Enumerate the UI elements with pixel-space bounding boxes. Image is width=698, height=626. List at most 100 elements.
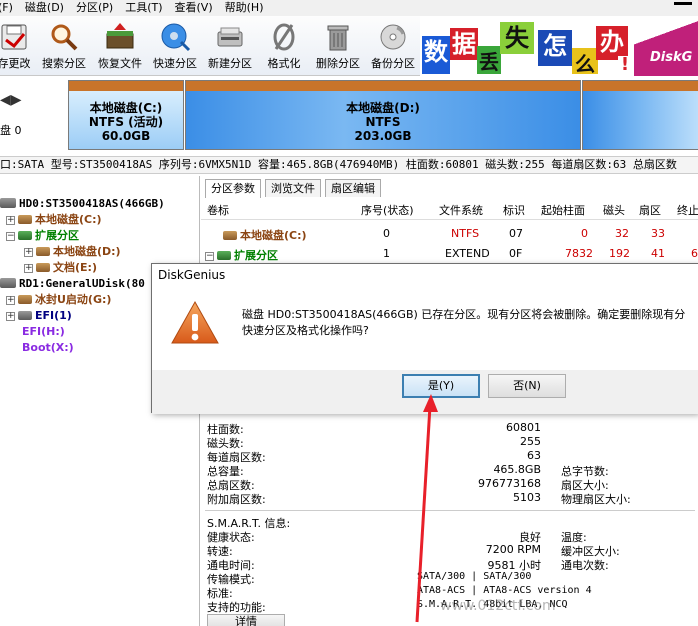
partition-name: 本地磁盘(D:) (346, 101, 420, 115)
partition-fs: NTFS (365, 115, 401, 129)
disk-info-bar: 口:SATA 型号:ST3500418AS 序列号:6VMX5N1D 容量:46… (0, 156, 698, 174)
partition-name: 本地磁盘(C:) (89, 101, 163, 115)
partition-block-c[interactable]: 本地磁盘(C:) NTFS (活动) 60.0GB (68, 80, 184, 150)
menu-tools[interactable]: 工具(T) (119, 0, 168, 16)
row-name: 本地磁盘(C:) (223, 227, 307, 243)
col-id[interactable]: 标识 (503, 202, 525, 218)
info-value: 976773168 (478, 477, 541, 490)
table-row[interactable]: 本地磁盘(C:) 0 NTFS 07 0 32 33 (201, 224, 698, 244)
menu-view[interactable]: 查看(V) (169, 0, 219, 16)
partition-icon (217, 251, 231, 260)
new-partition-button[interactable]: 新建分区 (204, 22, 256, 76)
banner-char: 怎 (538, 30, 572, 66)
tree-node-hd0[interactable]: HD0:ST3500418AS(466GB) (0, 196, 165, 212)
info-label: 支持的功能: (207, 601, 266, 614)
banner-char: ! (618, 56, 632, 74)
save-icon (0, 22, 30, 52)
col-index[interactable]: 序号(状态) (361, 202, 414, 218)
tab-browse-files[interactable]: 浏览文件 (265, 179, 321, 197)
delete-partition-button[interactable]: 删除分区 (312, 22, 364, 76)
expand-icon[interactable]: + (6, 216, 15, 225)
menu-partition[interactable]: 分区(P) (70, 0, 119, 16)
banner-char: 失 (500, 22, 534, 54)
search-partition-button[interactable]: 搜索分区 (38, 22, 90, 76)
new-partition-icon (214, 22, 246, 52)
tree-node-efi-h[interactable]: EFI(H:) (22, 324, 65, 340)
dialog-title: DiskGenius (152, 264, 698, 286)
partition-block-d[interactable]: 本地磁盘(D:) NTFS 203.0GB (185, 80, 581, 150)
menu-help[interactable]: 帮助(H) (219, 0, 270, 16)
tree-node-c[interactable]: + 本地磁盘(C:) (6, 212, 102, 228)
tab-partition-params[interactable]: 分区参数 (205, 179, 261, 198)
menu-disk[interactable]: 磁盘(D) (19, 0, 70, 16)
info-label: 附加扇区数: (207, 493, 266, 506)
annotation-arrow (415, 394, 438, 623)
col-end[interactable]: 终止 (677, 202, 698, 218)
hard-disk-icon (0, 198, 16, 208)
partition-icon (223, 231, 237, 240)
expand-icon[interactable]: + (6, 296, 15, 305)
dialog-body: 磁盘 HD0:ST3500418AS(466GB) 已存在分区。现有分区将会被删… (152, 286, 698, 374)
backup-cd-icon (377, 22, 409, 52)
details-button[interactable]: 详情 (207, 614, 285, 626)
info-value: 465.8GB (493, 463, 541, 476)
tree-node-rd1[interactable]: RD1:GeneralUDisk(80 (0, 276, 145, 292)
table-row[interactable]: − 扩展分区 1 EXTEND 0F 7832 192 41 6 (201, 244, 698, 264)
partition-icon (36, 247, 50, 256)
col-head[interactable]: 磁头 (603, 202, 625, 218)
col-volume-label[interactable]: 卷标 (207, 202, 229, 218)
partition-size: 203.0GB (354, 129, 412, 143)
format-button[interactable]: 格式化 (262, 22, 306, 76)
info-label: 物理扇区大小: (561, 493, 631, 506)
partition-icon (18, 295, 32, 304)
info-value: 255 (520, 435, 541, 448)
disk-label: 盘 0 (0, 124, 22, 137)
advert-banner[interactable]: 数 据 丢 失 怎 么 办 ! DiskG (420, 16, 698, 76)
col-start-cylinder[interactable]: 起始柱面 (541, 202, 585, 218)
banner-char: 么 (572, 48, 598, 76)
expand-icon[interactable]: + (24, 248, 33, 257)
backup-partition-button[interactable]: 备份分区 (367, 22, 419, 76)
usb-disk-icon (0, 278, 16, 288)
banner-char: 数 (422, 36, 450, 74)
expand-icon[interactable]: + (24, 264, 33, 273)
partition-icon (36, 263, 50, 272)
tree-node-extended[interactable]: − 扩展分区 (6, 228, 79, 244)
save-changes-button[interactable]: 存更改 (0, 22, 36, 76)
tree-node-efi1[interactable]: + EFI(1) (6, 308, 72, 324)
partition-block-next[interactable] (582, 80, 698, 150)
minimize-icon[interactable] (674, 2, 692, 5)
tree-node-d[interactable]: + 本地磁盘(D:) (24, 244, 121, 260)
banner-char: 据 (450, 28, 478, 60)
partition-table-header: 卷标 序号(状态) 文件系统 标识 起始柱面 磁头 扇区 终止 (201, 198, 698, 220)
trash-icon (322, 22, 354, 52)
partition-icon (18, 231, 32, 240)
banner-char: 丢 (477, 46, 501, 74)
partition-icon (18, 311, 32, 320)
watermark: www.012ctf.com (440, 598, 556, 614)
partition-size: 60.0GB (101, 129, 151, 143)
tree-node-g[interactable]: + 冰封U启动(G:) (6, 292, 111, 308)
tree-node-e[interactable]: + 文档(E:) (24, 260, 97, 276)
nav-arrows[interactable]: ◀▶ (0, 92, 22, 108)
dialog-message: 磁盘 HD0:ST3500418AS(466GB) 已存在分区。现有分区将会被删… (242, 308, 686, 321)
tree-node-boot-x[interactable]: Boot(X:) (22, 340, 74, 356)
partition-fs: NTFS (活动) (88, 115, 164, 129)
no-button[interactable]: 否(N) (488, 374, 566, 398)
magnifier-icon (48, 22, 80, 52)
collapse-icon[interactable]: − (205, 252, 214, 261)
quick-partition-button[interactable]: 快速分区 (149, 22, 201, 76)
col-filesystem[interactable]: 文件系统 (439, 202, 483, 218)
warning-icon (170, 300, 220, 346)
format-icon (268, 22, 300, 52)
quick-partition-icon (159, 22, 191, 52)
menu-file[interactable]: (F) (0, 0, 19, 16)
disk-map: ◀▶ 盘 0 本地磁盘(C:) NTFS (活动) 60.0GB 本地磁盘(D:… (0, 76, 698, 156)
brand-logo: DiskG (650, 50, 693, 65)
recover-files-button[interactable]: 恢复文件 (94, 22, 146, 76)
col-sector[interactable]: 扇区 (639, 202, 661, 218)
expand-icon[interactable]: + (6, 312, 15, 321)
recover-files-icon (104, 22, 136, 52)
tab-sector-editor[interactable]: 扇区编辑 (325, 179, 381, 197)
collapse-icon[interactable]: − (6, 232, 15, 241)
